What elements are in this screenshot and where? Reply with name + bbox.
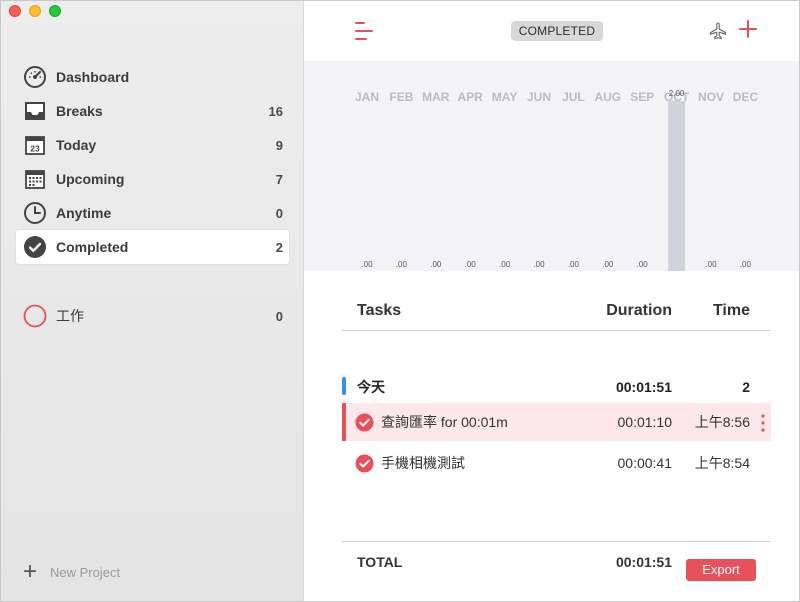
svg-text:23: 23 <box>30 144 40 154</box>
tasks-table: Tasks Duration Time 今天 00:01:51 2 查詢匯率 f… <box>342 291 771 581</box>
table-row[interactable]: 查詢匯率 for 00:01m 00:01:10 上午8:56 <box>342 403 771 441</box>
sidebar-item-label: Today <box>56 137 97 153</box>
check-circle-icon[interactable] <box>355 413 374 432</box>
month-tick-label: NOV <box>698 90 724 104</box>
bar-chart: JAN .00 FEB .00 MAR .00 APR .00 MAY .00 JUN .00 JUL.… <box>355 89 759 271</box>
sidebar-item-breaks[interactable]: Breaks 16 <box>16 94 289 128</box>
month-tick-label: JUN <box>527 90 551 104</box>
project-item[interactable]: 工作 0 <box>16 299 289 333</box>
task-duration: 00:00:41 <box>617 455 673 471</box>
bar-value-label: .00 <box>705 260 717 269</box>
month-tick-label: JAN <box>355 90 379 104</box>
bar-value-label: .00 <box>430 260 442 269</box>
calendar-today-icon: 23 <box>23 133 47 157</box>
new-project-button[interactable]: + New Project <box>23 558 121 585</box>
check-circle-icon <box>23 235 47 259</box>
dashboard-icon <box>23 65 47 89</box>
airplane-icon[interactable] <box>708 21 728 41</box>
bar-value-label: .00 <box>740 260 752 269</box>
month-tick-label: MAR <box>422 90 450 104</box>
toolbar: COMPLETED <box>304 1 799 61</box>
sidebar-item-label: Upcoming <box>56 171 125 187</box>
task-time: 上午8:54 <box>694 455 750 471</box>
month-tick-label: MAY <box>492 90 518 104</box>
export-button[interactable]: Export <box>686 559 756 581</box>
sidebar-item-anytime[interactable]: Anytime 0 <box>16 196 289 230</box>
sidebar-item-label: Dashboard <box>56 69 130 85</box>
sidebar-item-count: 9 <box>275 137 283 153</box>
sidebar-item-count: 16 <box>268 103 283 119</box>
bar-value-label: .00 <box>396 260 408 269</box>
table-header: Tasks Duration Time <box>342 291 771 331</box>
bar-value-label: 2.00 <box>669 89 685 98</box>
bar-value-label: .00 <box>361 260 373 269</box>
group-duration: 00:01:51 <box>615 379 672 395</box>
plus-icon: + <box>23 558 38 585</box>
main-panel: COMPLETED JAN .00 FEB .00 MAR .00 APR .00 MAY .00… <box>304 1 799 601</box>
status-badge: COMPLETED <box>511 21 603 41</box>
sidebar-item-upcoming[interactable]: Upcoming 7 <box>16 162 289 196</box>
window-controls <box>9 5 61 17</box>
bar-value-label: .00 <box>465 260 477 269</box>
sidebar-item-today[interactable]: 23 Today 9 <box>16 128 289 162</box>
calendar-grid-icon <box>23 167 47 191</box>
add-icon[interactable] <box>738 19 758 39</box>
more-options-icon[interactable] <box>761 413 765 433</box>
task-name: 查詢匯率 for 00:01m <box>381 414 508 430</box>
bar-value-label: .00 <box>499 260 511 269</box>
month-tick-label: AUG <box>594 90 621 104</box>
month-tick-label: SEP <box>630 90 654 104</box>
project-list: 工作 0 <box>16 299 289 333</box>
task-time: 上午8:56 <box>694 414 750 430</box>
total-label: TOTAL <box>357 553 403 570</box>
zoom-window-button[interactable] <box>49 5 61 17</box>
task-name: 手機相機測試 <box>381 455 465 471</box>
group-count: 2 <box>742 379 750 395</box>
group-row[interactable]: 今天 00:01:51 2 <box>342 371 771 403</box>
sidebar-item-dashboard[interactable]: Dashboard <box>16 60 289 94</box>
new-project-label: New Project <box>50 564 121 580</box>
sidebar-item-label: Anytime <box>56 205 112 221</box>
sidebar-item-completed[interactable]: Completed 2 <box>16 230 289 264</box>
menu-icon[interactable] <box>352 20 376 42</box>
monthly-chart: JAN .00 FEB .00 MAR .00 APR .00 MAY .00 JUN .00 JUL.… <box>304 61 799 271</box>
month-tick-label: FEB <box>389 90 413 104</box>
sidebar-item-count: 0 <box>275 205 283 221</box>
month-tick-label: DEC <box>733 90 759 104</box>
group-name: 今天 <box>357 379 385 395</box>
clock-icon <box>23 201 47 225</box>
group-color-bar <box>342 377 346 395</box>
check-circle-icon[interactable] <box>355 454 374 473</box>
bar-value-label: .00 <box>568 260 580 269</box>
sidebar-item-label: Breaks <box>56 103 103 119</box>
month-tick-label: APR <box>458 90 484 104</box>
app-window: Dashboard Breaks 16 23 Today 9 Upcoming … <box>0 0 800 602</box>
sidebar-item-count: 2 <box>275 239 283 255</box>
project-label: 工作 <box>56 308 84 324</box>
header-duration[interactable]: Duration <box>571 302 681 320</box>
sidebar-item-count: 7 <box>275 171 283 187</box>
selection-bar <box>342 403 346 441</box>
task-duration: 00:01:10 <box>617 414 673 430</box>
project-count: 0 <box>275 308 283 324</box>
minimize-window-button[interactable] <box>29 5 41 17</box>
tray-icon <box>23 99 47 123</box>
chart-bar[interactable] <box>668 101 686 271</box>
bar-value-label: .00 <box>533 260 545 269</box>
table-row[interactable]: 手機相機測試 00:00:41 上午8:54 <box>342 444 771 482</box>
sidebar-nav: Dashboard Breaks 16 23 Today 9 Upcoming … <box>16 60 289 264</box>
sidebar-item-label: Completed <box>56 239 129 255</box>
total-duration: 00:01:51 <box>615 553 672 570</box>
bar-value-label: .00 <box>602 260 614 269</box>
sidebar: Dashboard Breaks 16 23 Today 9 Upcoming … <box>1 1 304 601</box>
month-tick-label: JUL <box>562 90 585 104</box>
header-time[interactable]: Time <box>681 302 771 320</box>
project-circle-icon <box>23 304 47 328</box>
bar-value-label: .00 <box>637 260 649 269</box>
header-tasks[interactable]: Tasks <box>342 302 571 320</box>
close-window-button[interactable] <box>9 5 21 17</box>
